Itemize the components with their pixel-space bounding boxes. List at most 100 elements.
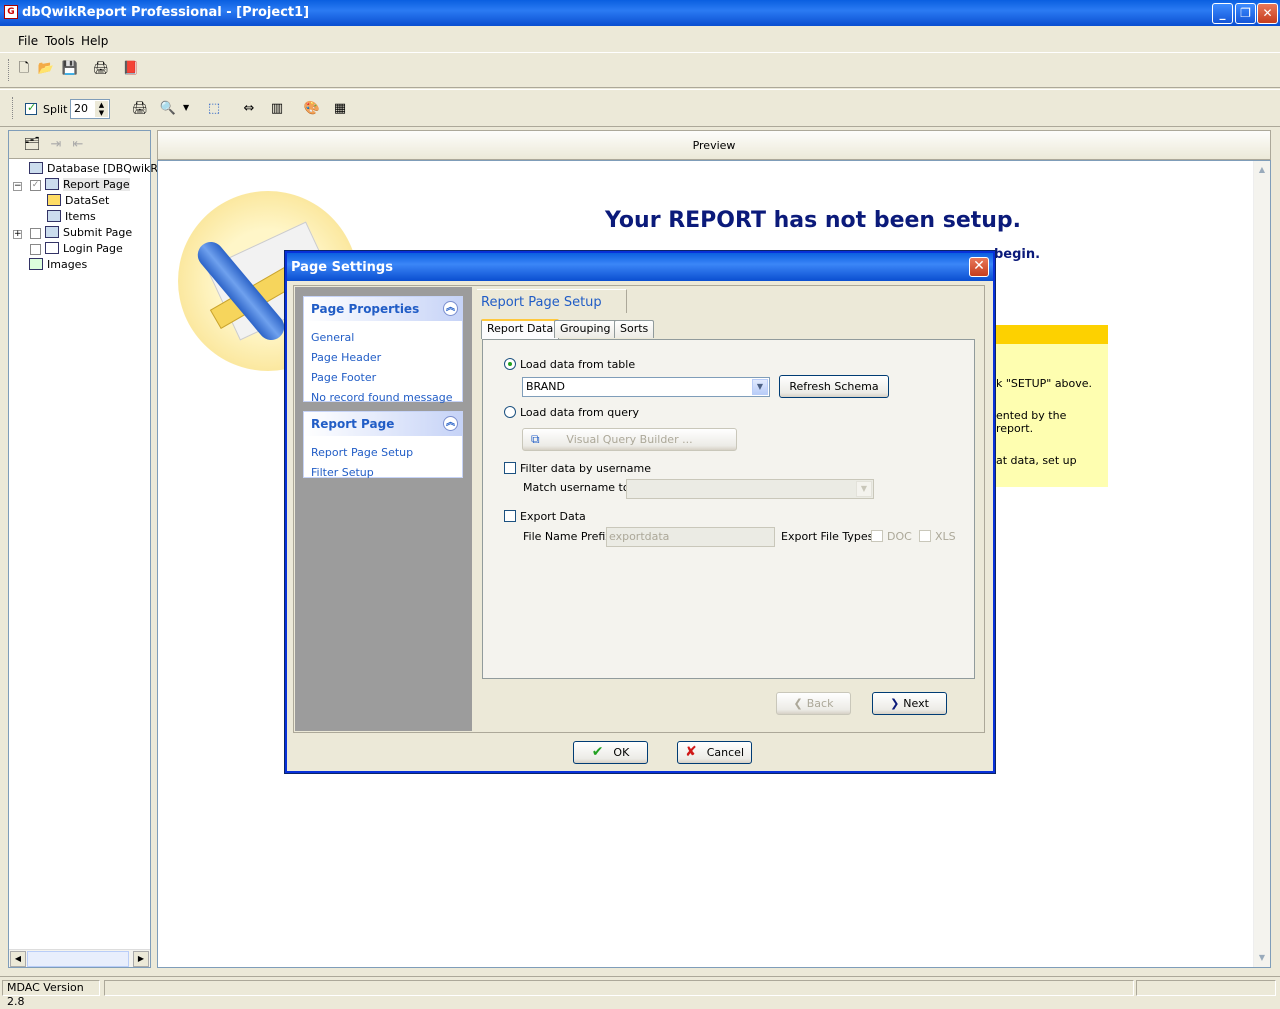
table-select[interactable]: BRAND ▼ — [522, 377, 770, 397]
tree-expand-submit-page[interactable]: + — [13, 230, 22, 239]
columns-icon[interactable]: ▥ — [268, 100, 286, 118]
setup-subline: begin. — [994, 247, 1041, 262]
nav-filter-setup[interactable]: Filter Setup — [311, 466, 374, 479]
properties-icon[interactable]: 🗂 — [23, 136, 41, 154]
xls-label: XLS — [935, 530, 956, 543]
check-icon: ✓ — [27, 101, 37, 114]
minimize-icon[interactable]: _ — [1212, 3, 1233, 24]
split-checkbox[interactable]: ✓ — [25, 101, 37, 115]
zoom-icon[interactable]: 🔍 — [159, 100, 177, 118]
outdent-icon[interactable]: ⇤ — [69, 136, 87, 154]
list-icon — [47, 210, 61, 222]
nav-report-page-setup[interactable]: Report Page Setup — [311, 446, 413, 459]
load-from-query-radio[interactable] — [504, 406, 516, 418]
tree-checkbox-login-page[interactable] — [30, 244, 41, 255]
toolbar-grip[interactable] — [12, 97, 15, 119]
tree-item-dataset[interactable]: DataSet — [47, 194, 109, 210]
tab-sorts[interactable]: Sorts — [614, 320, 655, 338]
tree-item-images[interactable]: Images — [29, 258, 87, 274]
group-header-page-properties[interactable]: Page Properties ︽ — [304, 297, 462, 321]
tab-grouping[interactable]: Grouping — [554, 320, 617, 338]
nav-page-header[interactable]: Page Header — [311, 351, 381, 364]
save-icon[interactable]: 💾 — [61, 60, 79, 78]
query-diagram-icon: ⧉ — [531, 432, 540, 446]
window-title-bar[interactable]: G dbQwikReport Professional - [Project1]… — [0, 0, 1280, 26]
ok-button[interactable]: ✔ OK — [573, 741, 648, 764]
open-folder-icon[interactable]: 📂 — [37, 60, 55, 78]
doc-checkbox[interactable] — [871, 530, 883, 542]
tree-item-report-page[interactable]: Report Page — [45, 178, 130, 194]
dropdown-arrow-icon[interactable]: ▼ — [183, 103, 189, 112]
cancel-button[interactable]: ✘ Cancel — [677, 741, 752, 764]
load-from-table-radio[interactable] — [504, 358, 516, 370]
help-note-line-2: ented by the — [996, 409, 1067, 422]
load-from-query-label: Load data from query — [520, 406, 640, 419]
split-label: Split — [43, 103, 68, 116]
collapse-icon[interactable]: ︽ — [443, 416, 458, 431]
collapse-icon[interactable]: ︽ — [443, 301, 458, 316]
dialog-body: Page Properties ︽ General Page Header Pa… — [293, 285, 985, 733]
dialog-title-bar[interactable]: Page Settings ✕ — [287, 253, 993, 281]
page-icon — [45, 226, 59, 238]
palette-icon[interactable]: 🎨 — [303, 100, 321, 118]
tree-item-login-page[interactable]: Login Page — [45, 242, 123, 258]
visual-query-builder-button[interactable]: ⧉ Visual Query Builder ... — [522, 428, 737, 451]
app-icon[interactable]: G — [4, 5, 18, 19]
tree-horizontal-scrollbar[interactable]: ◀ ▶ — [9, 949, 150, 967]
tree-collapse-report-page[interactable]: − — [13, 182, 22, 191]
filter-username-checkbox[interactable] — [504, 462, 516, 474]
next-button[interactable]: ❯ Next — [872, 692, 947, 715]
menu-tools[interactable]: Tools — [45, 34, 75, 48]
cross-icon: ✘ — [685, 744, 697, 760]
tree-item-submit-page[interactable]: Submit Page — [45, 226, 132, 242]
tree-checkbox-report-page[interactable]: ✓ — [30, 180, 41, 191]
restore-icon[interactable]: ❐ — [1235, 3, 1256, 24]
tab-report-data[interactable]: Report Data — [481, 319, 560, 339]
chevron-down-icon[interactable]: ▼ — [752, 379, 768, 395]
preview-vertical-scrollbar[interactable]: ▲ ▼ — [1253, 161, 1270, 967]
chevron-left-icon: ❮ — [793, 697, 803, 710]
xls-checkbox[interactable] — [919, 530, 931, 542]
checkmark-icon: ✔ — [591, 744, 604, 760]
refresh-schema-button[interactable]: Refresh Schema — [779, 375, 889, 398]
export-data-checkbox[interactable] — [504, 510, 516, 522]
toolbar-grip[interactable] — [8, 59, 11, 81]
match-username-select[interactable]: ▼ — [626, 479, 874, 499]
scroll-right-icon[interactable]: ▶ — [133, 951, 149, 967]
nav-general[interactable]: General — [311, 331, 354, 344]
chevron-down-icon[interactable]: ▼ — [856, 481, 872, 497]
close-icon[interactable]: ✕ — [1257, 3, 1278, 24]
dialog-close-icon[interactable]: ✕ — [969, 257, 989, 277]
nav-no-record-message[interactable]: No record found message — [311, 391, 453, 404]
layout-icon[interactable]: ⇔ — [240, 100, 258, 118]
tree-item-items[interactable]: Items — [47, 210, 96, 226]
new-file-icon[interactable]: 🗋 — [15, 60, 33, 78]
group-header-report-page[interactable]: Report Page ︽ — [304, 412, 462, 436]
nav-page-footer[interactable]: Page Footer — [311, 371, 376, 384]
indent-icon[interactable]: ⇥ — [47, 136, 65, 154]
publish-icon[interactable]: 🖨 — [92, 60, 110, 78]
scroll-left-icon[interactable]: ◀ — [10, 951, 26, 967]
match-username-label: Match username to: — [523, 481, 634, 494]
file-prefix-input[interactable]: exportdata — [606, 527, 775, 547]
split-value: 20 — [74, 102, 88, 115]
scroll-down-icon[interactable]: ▼ — [1255, 951, 1269, 965]
help-note: k "SETUP" above. ented by the report. at… — [996, 325, 1108, 487]
tree-checkbox-submit-page[interactable] — [30, 228, 41, 239]
menu-help[interactable]: Help — [81, 34, 108, 48]
back-button[interactable]: ❮ Back — [776, 692, 851, 715]
page-icon — [45, 178, 59, 190]
table-icon[interactable]: ▦ — [331, 100, 349, 118]
select-area-icon[interactable]: ⬚ — [205, 100, 223, 118]
group-report-page: Report Page ︽ Report Page Setup Filter S… — [303, 411, 463, 479]
spinner-arrows-icon[interactable]: ▲ ▼ — [95, 101, 108, 117]
menu-file[interactable]: File — [18, 34, 38, 48]
setup-headline: Your REPORT has not been setup. — [605, 208, 1022, 233]
scroll-up-icon[interactable]: ▲ — [1255, 163, 1269, 177]
scroll-thumb[interactable] — [27, 951, 129, 967]
book-icon[interactable]: 📕 — [122, 60, 140, 78]
tree-item-database[interactable]: Database [DBQwikRe — [29, 162, 164, 178]
split-spinner[interactable]: 20 ▲ ▼ — [70, 99, 110, 119]
preview-icon[interactable]: 🖨 — [131, 100, 149, 118]
database-icon — [29, 162, 43, 174]
